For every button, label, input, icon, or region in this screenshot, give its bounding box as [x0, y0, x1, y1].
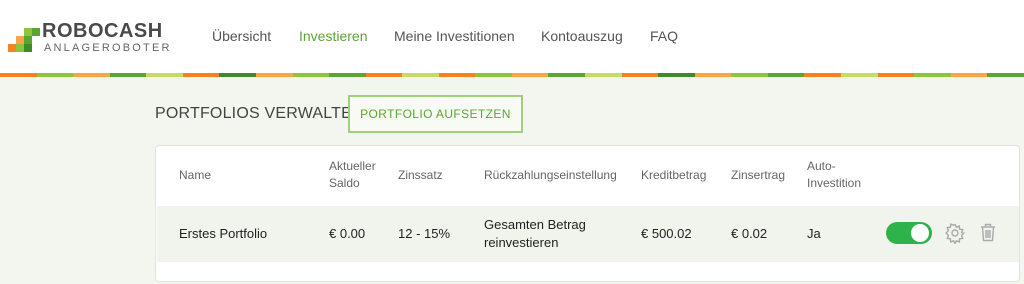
stripe-segment: [658, 73, 695, 77]
column-header-auto-line1: Auto-: [807, 159, 836, 173]
robocash-logo[interactable]: ROBOCASH ANLAGEROBOTER: [8, 20, 169, 58]
decorative-color-stripe: [0, 73, 1024, 77]
column-header-rueckzahlung: Rückzahlungseinstellung: [484, 168, 617, 182]
nav-item-investieren[interactable]: Investieren: [299, 28, 367, 44]
nav-item-uebersicht[interactable]: Übersicht: [212, 28, 271, 44]
stripe-segment: [0, 73, 37, 77]
stripe-segment: [548, 73, 585, 77]
stripe-segment: [255, 73, 293, 77]
stripe-segment: [621, 73, 659, 77]
logo-mark-icon: [8, 22, 44, 58]
column-header-saldo-line1: Aktueller: [329, 159, 376, 173]
stripe-segment: [182, 73, 220, 77]
row-saldo: € 0.00: [329, 226, 366, 241]
column-header-saldo: Aktueller Saldo: [329, 158, 376, 192]
row-rueckzahlung-line1: Gesamten Betrag: [484, 217, 586, 232]
stripe-segment: [365, 73, 403, 77]
stripe-segment: [877, 73, 915, 77]
column-header-name: Name: [179, 168, 212, 182]
column-header-auto-investition: Auto- Investition: [807, 158, 861, 192]
create-portfolio-button[interactable]: PORTFOLIO AUFSETZEN: [348, 95, 523, 133]
stripe-segment: [840, 73, 878, 77]
page-title: PORTFOLIOS VERWALTEN: [155, 105, 364, 122]
row-kreditbetrag: € 500.02: [641, 226, 692, 241]
toggle-knob: [911, 224, 929, 242]
top-navigation-bar: ROBOCASH ANLAGEROBOTER Übersicht Investi…: [0, 0, 1024, 73]
row-auto-investition: Ja: [807, 226, 821, 241]
stripe-segment: [694, 73, 732, 77]
stripe-segment: [292, 73, 330, 77]
row-rueckzahlung: Gesamten Betrag reinvestieren: [484, 216, 586, 252]
column-header-kreditbetrag: Kreditbetrag: [641, 168, 707, 182]
column-header-saldo-line2: Saldo: [329, 176, 360, 190]
portfolio-enabled-toggle[interactable]: [886, 222, 932, 244]
row-zinsertrag: € 0.02: [731, 226, 768, 241]
stripe-segment: [511, 73, 549, 77]
gear-icon[interactable]: [944, 222, 966, 246]
stripe-segment: [109, 73, 147, 77]
stripe-segment: [36, 73, 74, 77]
trash-icon[interactable]: [977, 221, 999, 243]
stripe-segment: [804, 73, 841, 77]
stripe-segment: [914, 73, 951, 77]
stripe-segment: [219, 73, 256, 77]
stripe-segment: [987, 73, 1024, 77]
stripe-segment: [402, 73, 439, 77]
portfolio-table: Name Aktueller Saldo Zinssatz Rückzahlun…: [155, 145, 1020, 282]
row-name: Erstes Portfolio: [179, 226, 268, 241]
brand-tagline: ANLAGEROBOTER: [44, 42, 172, 54]
stripe-segment: [438, 73, 476, 77]
row-rueckzahlung-line2: reinvestieren: [484, 235, 559, 250]
stripe-segment: [475, 73, 512, 77]
nav-item-meine-investitionen[interactable]: Meine Investitionen: [394, 28, 515, 44]
column-header-zinssatz: Zinssatz: [398, 168, 443, 182]
stripe-segment: [731, 73, 768, 77]
stripe-segment: [329, 73, 366, 77]
brand-name: ROBOCASH: [42, 20, 163, 42]
row-zinssatz: 12 - 15%: [398, 226, 451, 241]
stripe-segment: [146, 73, 183, 77]
stripe-segment: [585, 73, 622, 77]
stripe-segment: [950, 73, 988, 77]
nav-item-kontoauszug[interactable]: Kontoauszug: [541, 28, 623, 44]
column-header-zinsertrag: Zinsertrag: [731, 168, 786, 182]
nav-item-faq[interactable]: FAQ: [650, 28, 678, 44]
stripe-segment: [73, 73, 110, 77]
column-header-auto-line2: Investition: [807, 176, 862, 190]
stripe-segment: [767, 73, 805, 77]
